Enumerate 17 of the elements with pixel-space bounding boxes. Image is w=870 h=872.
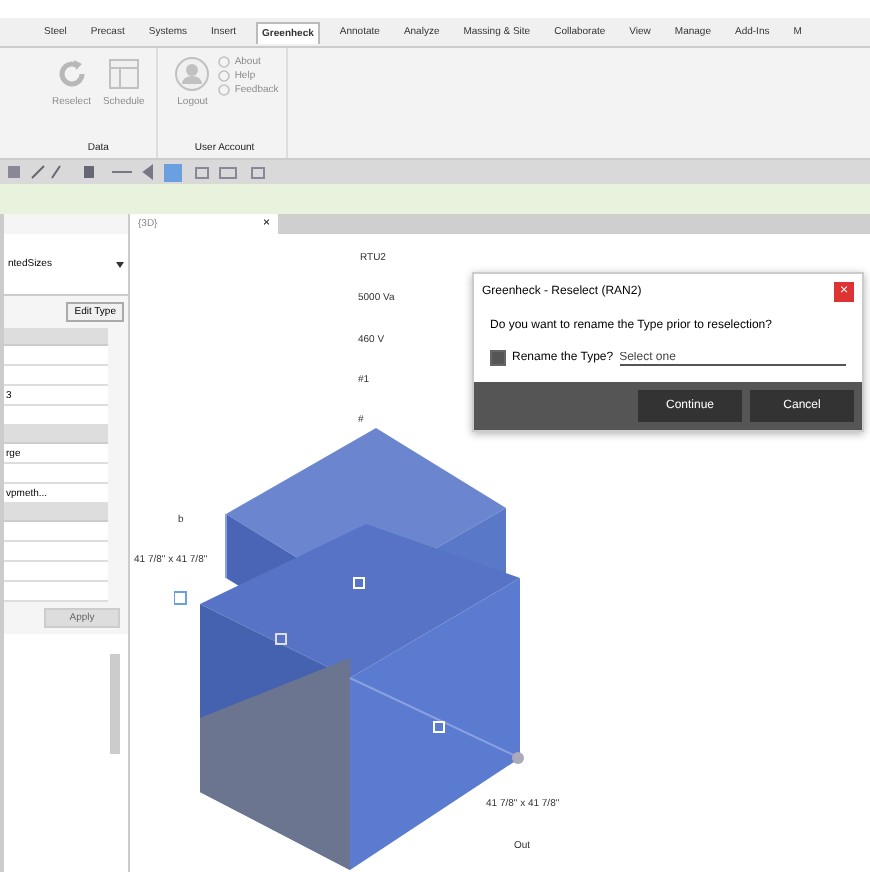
property-value[interactable] — [4, 366, 108, 386]
property-value[interactable] — [4, 562, 108, 582]
property-value[interactable] — [4, 464, 108, 484]
property-value[interactable] — [4, 522, 108, 542]
refresh-icon — [53, 56, 90, 92]
section-header[interactable] — [4, 328, 108, 346]
scrollbar[interactable] — [110, 654, 120, 754]
checkbox[interactable] — [490, 350, 506, 366]
table-icon — [105, 56, 142, 92]
dropdown-arrow-icon — [116, 261, 124, 267]
section-header[interactable] — [4, 504, 108, 522]
user-icon — [174, 56, 211, 92]
property-value[interactable] — [4, 346, 108, 366]
property-value[interactable] — [4, 406, 108, 426]
property-value[interactable] — [4, 582, 108, 602]
section-header[interactable] — [4, 426, 108, 444]
property-value[interactable] — [4, 542, 108, 562]
